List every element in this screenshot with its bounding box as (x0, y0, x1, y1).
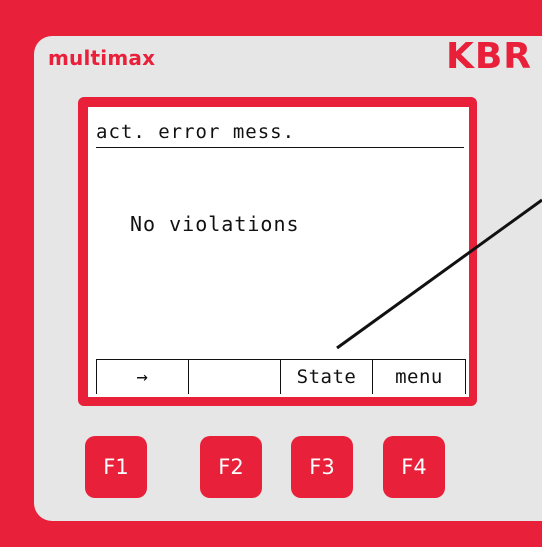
softkey-state[interactable]: State (281, 360, 373, 394)
softkey-empty[interactable] (189, 360, 281, 394)
title-divider (96, 147, 464, 148)
f2-button[interactable]: F2 (200, 436, 262, 498)
screen-title: act. error mess. (96, 121, 296, 143)
softkey-arrow[interactable]: → (97, 360, 189, 394)
f4-button[interactable]: F4 (383, 436, 445, 498)
f1-button[interactable]: F1 (85, 436, 147, 498)
lcd-screen (88, 107, 469, 397)
maker-logo: KBR (445, 36, 532, 77)
f3-button[interactable]: F3 (291, 436, 353, 498)
softkey-menu[interactable]: menu (373, 360, 465, 394)
product-logo: multimax (48, 46, 156, 70)
softkey-bar: → State menu (96, 359, 466, 394)
status-message: No violations (130, 212, 300, 236)
